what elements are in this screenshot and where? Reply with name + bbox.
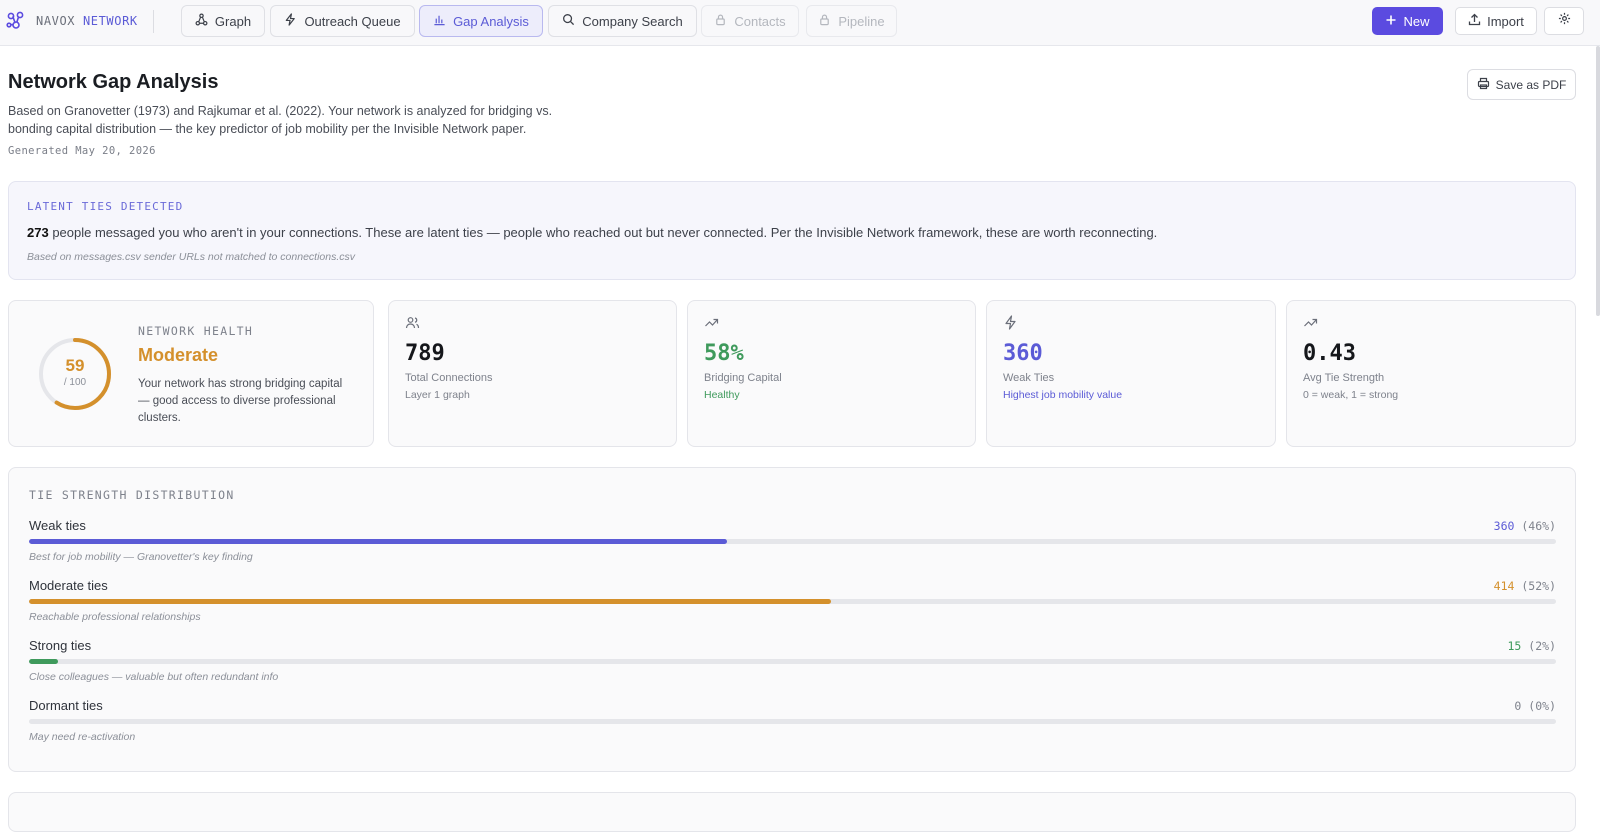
tab-label: Gap Analysis xyxy=(453,13,529,29)
tab-label: Outreach Queue xyxy=(304,13,401,29)
tie-strength-distribution: TIE STRENGTH DISTRIBUTION Weak ties 360 … xyxy=(8,467,1576,772)
tab-label: Company Search xyxy=(582,13,683,29)
progress-fill xyxy=(29,599,831,604)
row-label: Moderate ties xyxy=(29,578,108,593)
save-as-pdf-label: Save as PDF xyxy=(1495,77,1567,92)
row-count: 15 (2%) xyxy=(1507,639,1557,653)
import-button-label: Import xyxy=(1487,13,1524,29)
stat-label: Avg Tie Strength xyxy=(1303,372,1385,384)
lock-icon xyxy=(818,13,831,29)
users-icon xyxy=(405,315,420,330)
row-label: Dormant ties xyxy=(29,698,103,713)
weak-ties-card: 360 Weak Ties Highest job mobility value xyxy=(986,300,1276,447)
graph-icon xyxy=(195,13,208,29)
generated-date: Generated May 20, 2026 xyxy=(8,145,156,157)
divider xyxy=(153,10,154,33)
page-title: Network Gap Analysis xyxy=(8,71,219,93)
latent-ties-panel: LATENT TIES DETECTED 273 people messaged… xyxy=(8,181,1576,280)
row-count: 360 (46%) xyxy=(1493,519,1556,533)
latent-ties-text: 273 people messaged you who aren't in yo… xyxy=(27,225,1158,240)
trending-up-icon xyxy=(1303,315,1318,330)
progress-fill xyxy=(29,659,58,664)
latent-ties-note: Based on messages.csv sender URLs not ma… xyxy=(27,251,356,263)
stat-value: 789 xyxy=(405,341,445,366)
progress-track xyxy=(29,599,1556,604)
row-count: 0 (0%) xyxy=(1514,699,1556,713)
latent-ties-count: 273 xyxy=(27,225,49,240)
row-label: Weak ties xyxy=(29,518,86,533)
total-connections-card: 789 Total Connections Layer 1 graph xyxy=(388,300,677,447)
stat-sub: Layer 1 graph xyxy=(405,389,470,401)
next-section-card xyxy=(8,792,1576,832)
stat-value: 360 xyxy=(1003,341,1043,366)
upload-icon xyxy=(1468,13,1481,29)
stat-sub: Highest job mobility value xyxy=(1003,389,1123,401)
settings-button[interactable] xyxy=(1544,7,1584,35)
latent-ties-label: LATENT TIES DETECTED xyxy=(27,200,184,213)
stat-label: Weak Ties xyxy=(1003,372,1055,384)
tab-label: Contacts xyxy=(734,13,786,29)
scrollbar[interactable] xyxy=(1596,46,1600,316)
health-label: NETWORK HEALTH xyxy=(138,324,254,338)
tab-graph[interactable]: Graph xyxy=(181,5,265,37)
row-label: Strong ties xyxy=(29,638,92,653)
avg-tie-strength-card: 0.43 Avg Tie Strength 0 = weak, 1 = stro… xyxy=(1286,300,1576,447)
progress-fill xyxy=(29,539,727,544)
row-note: Reachable professional relationships xyxy=(29,611,201,623)
tab-outreach-queue[interactable]: Outreach Queue xyxy=(270,5,415,37)
brand-name: NAVOX NETWORK xyxy=(36,14,138,28)
bolt-icon xyxy=(284,13,297,29)
bridging-capital-card: 58% Bridging Capital Healthy xyxy=(687,300,976,447)
progress-track xyxy=(29,719,1556,724)
tab-label: Pipeline xyxy=(838,13,885,29)
health-description: Your network has strong bridging capital… xyxy=(138,378,343,424)
row-note: Close colleagues — valuable but often re… xyxy=(29,671,279,683)
stat-sub: Healthy xyxy=(704,389,740,401)
health-score-max: / 100 xyxy=(63,377,87,388)
progress-track xyxy=(29,659,1556,664)
tab-gap-analysis[interactable]: Gap Analysis xyxy=(419,5,543,37)
brand[interactable]: NAVOX NETWORK xyxy=(5,9,138,33)
stat-value: 58% xyxy=(704,341,744,366)
bar-chart-icon xyxy=(433,13,446,29)
row-note: May need re-activation xyxy=(29,731,136,743)
health-score: 59 xyxy=(65,356,85,375)
gear-icon xyxy=(1558,12,1571,30)
distribution-row-moderate: Moderate ties 414 (52%) Reachable profes… xyxy=(29,578,1556,632)
printer-icon xyxy=(1477,77,1490,93)
save-as-pdf-button[interactable]: Save as PDF xyxy=(1467,69,1576,100)
network-health-card: 59 / 100 NETWORK HEALTH Moderate Your ne… xyxy=(8,300,374,447)
lock-icon xyxy=(714,13,727,29)
distribution-row-dormant: Dormant ties 0 (0%) May need re-activati… xyxy=(29,698,1556,752)
distribution-title: TIE STRENGTH DISTRIBUTION xyxy=(29,488,235,502)
tab-contacts[interactable]: Contacts xyxy=(701,5,799,37)
stat-sub: 0 = weak, 1 = strong xyxy=(1303,389,1399,401)
import-button[interactable]: Import xyxy=(1455,7,1537,35)
page-description: Based on Granovetter (1973) and Rajkumar… xyxy=(8,104,553,136)
distribution-row-strong: Strong ties 15 (2%) Close colleagues — v… xyxy=(29,638,1556,692)
plus-icon xyxy=(1385,14,1397,29)
distribution-row-weak: Weak ties 360 (46%) Best for job mobilit… xyxy=(29,518,1556,572)
new-button[interactable]: New xyxy=(1372,7,1443,35)
progress-track xyxy=(29,539,1556,544)
row-note: Best for job mobility — Granovetter's ke… xyxy=(29,551,253,563)
health-status: Moderate xyxy=(138,345,219,365)
stat-label: Bridging Capital xyxy=(704,372,782,384)
bolt-icon xyxy=(1003,315,1018,330)
row-count: 414 (52%) xyxy=(1493,579,1556,593)
search-icon xyxy=(562,13,575,29)
tab-label: Graph xyxy=(214,13,252,29)
tab-pipeline[interactable]: Pipeline xyxy=(806,5,897,37)
new-button-label: New xyxy=(1403,13,1430,29)
stat-value: 0.43 xyxy=(1303,341,1356,366)
tab-company-search[interactable]: Company Search xyxy=(548,5,697,37)
navox-logo-icon xyxy=(5,10,27,32)
stat-label: Total Connections xyxy=(405,372,493,384)
trending-up-icon xyxy=(704,315,719,330)
top-navigation-bar: NAVOX NETWORK Graph Outreach Queue Gap A… xyxy=(0,0,1600,46)
